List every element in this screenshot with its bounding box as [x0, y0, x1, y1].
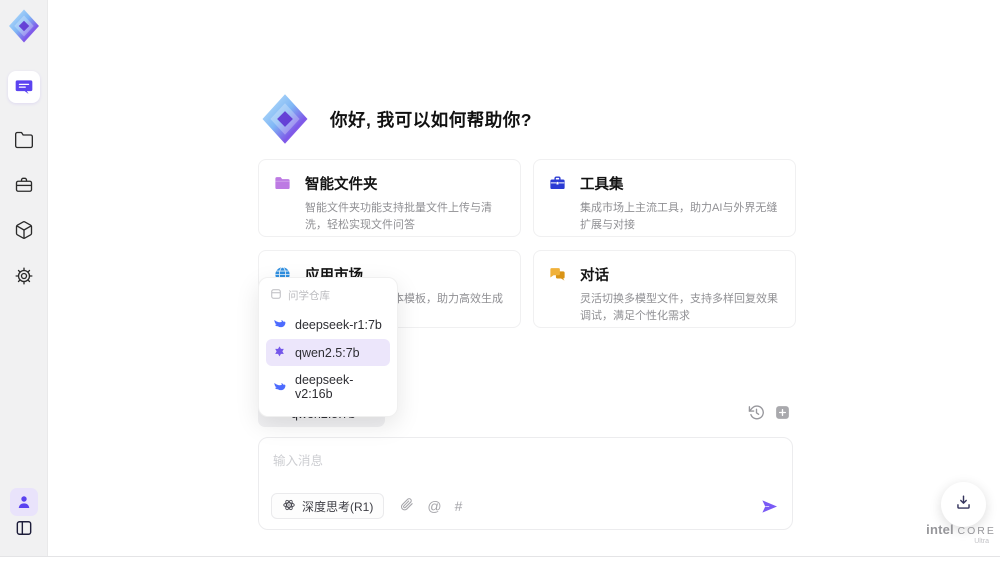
- model-option-qwen[interactable]: qwen2.5:7b: [266, 339, 390, 366]
- model-option-deepseek-r1[interactable]: deepseek-r1:7b: [266, 311, 390, 338]
- model-option-deepseek-v2[interactable]: deepseek-v2:16b: [266, 367, 390, 407]
- mention-icon[interactable]: @: [427, 499, 441, 513]
- sidebar-item-models[interactable]: [14, 220, 34, 240]
- model-option-label: deepseek-r1:7b: [295, 317, 382, 332]
- core-text: CORE: [957, 525, 996, 537]
- model-dropdown: 问学仓库 deepseek-r1:7b qwen2.5:7b deepseek-…: [258, 277, 398, 417]
- send-icon[interactable]: [760, 497, 779, 516]
- repo-icon: [270, 288, 282, 303]
- ultra-text: Ultra: [974, 538, 989, 545]
- card-description: 灵活切换多模型文件，支持多样回复效果调试，满足个性化需求: [580, 293, 778, 323]
- deep-think-toggle[interactable]: 深度思考(R1): [271, 493, 385, 519]
- composer-icons: @ #: [399, 496, 462, 516]
- download-button[interactable]: [941, 482, 986, 527]
- sidebar-item-settings[interactable]: [14, 266, 34, 286]
- app-logo-icon: [6, 8, 42, 44]
- sidebar-item-collapse[interactable]: [14, 518, 34, 538]
- greeting: 你好, 我可以如何帮助你?: [258, 92, 532, 146]
- card-title: 智能文件夹: [305, 177, 378, 193]
- conversation-utils: [748, 404, 791, 421]
- qwen-icon: [272, 345, 287, 360]
- greeting-title: 你好, 我可以如何帮助你?: [330, 109, 532, 130]
- smart-folder-icon: [273, 174, 292, 193]
- intel-text: intel: [926, 522, 954, 537]
- sidebar: [0, 0, 48, 563]
- dialog-icon: [548, 265, 567, 284]
- sidebar-item-user[interactable]: [9, 488, 38, 516]
- sidebar-item-chat[interactable]: [7, 71, 40, 103]
- message-composer[interactable]: 输入消息 深度思考(R1) @ #: [258, 437, 793, 530]
- atom-icon: [282, 498, 296, 515]
- deep-think-label: 深度思考(R1): [302, 499, 374, 514]
- user-icon: [15, 493, 33, 511]
- composer-toolbar: 深度思考(R1) @ #: [271, 493, 779, 519]
- card-description: 集成市场上主流工具，助力AI与外界无缝扩展与对接: [580, 202, 778, 232]
- download-icon: [954, 493, 973, 517]
- sidebar-item-toolset[interactable]: [14, 175, 34, 195]
- assistant-logo-icon: [258, 92, 312, 146]
- repo-label: 问学仓库: [288, 290, 330, 302]
- sidebar-item-folders[interactable]: [14, 130, 34, 150]
- card-dialog[interactable]: 对话 灵活切换多模型文件，支持多样回复效果调试，满足个性化需求: [533, 250, 796, 328]
- card-smart-folder[interactable]: 智能文件夹 智能文件夹功能支持批量文件上传与清洗，轻松实现文件问答: [258, 159, 521, 237]
- deepseek-icon: [272, 380, 287, 395]
- intel-core-logo: intel CORE Ultra: [925, 522, 997, 545]
- panel-toggle-icon: [14, 518, 34, 538]
- card-title: 工具集: [580, 177, 624, 193]
- hash-icon[interactable]: #: [455, 499, 463, 513]
- message-input[interactable]: 输入消息: [273, 450, 323, 469]
- attachment-icon[interactable]: [399, 496, 414, 516]
- history-icon[interactable]: [748, 404, 765, 421]
- chat-icon: [14, 77, 34, 97]
- deepseek-icon: [272, 317, 287, 332]
- toolbox-icon: [548, 174, 567, 193]
- briefcase-icon: [14, 175, 34, 195]
- model-option-label: qwen2.5:7b: [295, 345, 360, 360]
- card-title: 对话: [580, 268, 609, 284]
- model-option-label: deepseek-v2:16b: [295, 373, 354, 401]
- cube-icon: [14, 220, 34, 240]
- model-dropdown-header: 问学仓库: [266, 285, 390, 310]
- new-chat-icon[interactable]: [774, 404, 791, 421]
- folder-icon: [14, 130, 34, 150]
- card-description: 智能文件夹功能支持批量文件上传与清洗，轻松实现文件问答: [305, 202, 492, 232]
- window-bottom-edge: [0, 556, 1000, 563]
- gear-icon: [14, 266, 34, 286]
- card-toolset[interactable]: 工具集 集成市场上主流工具，助力AI与外界无缝扩展与对接: [533, 159, 796, 237]
